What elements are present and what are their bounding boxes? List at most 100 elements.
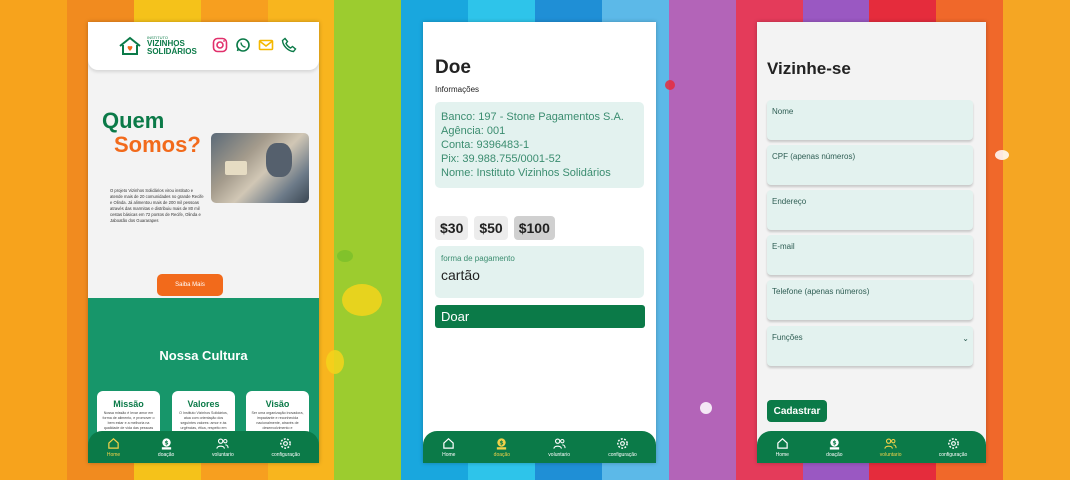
donation-icon: $ xyxy=(497,437,507,450)
bank-line: Banco: 197 - Stone Pagamentos S.A. xyxy=(441,111,624,123)
gear-icon xyxy=(617,437,628,449)
functions-select[interactable]: Funções ⌄ xyxy=(767,326,973,366)
paint-splat xyxy=(342,284,382,316)
paint-splat xyxy=(326,350,344,374)
nav-donation[interactable]: $ doação xyxy=(158,437,174,458)
card-title: Visão xyxy=(265,399,290,409)
paint-splat xyxy=(665,80,675,90)
field-label: E-mail xyxy=(772,242,795,251)
donate-screen: Doe Informações Banco: 197 - Stone Pagam… xyxy=(423,22,656,463)
paint-splat xyxy=(700,402,712,414)
home-icon xyxy=(443,437,455,449)
info-label: Informações xyxy=(435,85,480,94)
payment-value: cartão xyxy=(441,267,480,283)
amount-50-button[interactable]: $50 xyxy=(474,216,508,240)
nav-donation[interactable]: $ doação xyxy=(494,437,510,458)
nav-label: configuração xyxy=(608,451,637,458)
amount-100-button[interactable]: $100 xyxy=(513,216,555,240)
field-label: Nome xyxy=(772,107,794,116)
culture-title: Nossa Cultura xyxy=(159,348,248,363)
nav-label: voluntario xyxy=(548,451,570,458)
nav-volunteer[interactable]: voluntario xyxy=(879,437,902,458)
home-icon xyxy=(777,437,788,449)
bank-info-box: Banco: 197 - Stone Pagamentos S.A. Agênc… xyxy=(435,102,644,188)
bottom-nav: Home $ doação voluntario configuração xyxy=(423,431,656,463)
field-label: CPF (apenas números) xyxy=(772,152,856,161)
nav-label: Home xyxy=(442,451,456,458)
social-links xyxy=(212,37,297,53)
bottom-nav: Home $ doação voluntario configuração xyxy=(757,431,986,463)
phone-icon[interactable] xyxy=(281,37,297,53)
volunteer-icon xyxy=(553,437,566,449)
field-label: Endereço xyxy=(772,197,807,206)
svg-text:$: $ xyxy=(832,439,836,446)
volunteer-title: Vizinhe-se xyxy=(767,59,851,78)
nav-label: Home xyxy=(106,451,121,458)
volunteers-photo xyxy=(211,133,309,203)
bank-line: Agência: 001 xyxy=(441,125,506,137)
phone-field[interactable]: Telefone (apenas números) xyxy=(767,280,973,320)
nav-settings[interactable]: configuração xyxy=(271,437,300,458)
volunteer-icon xyxy=(216,437,229,449)
logo-line2: SOLIDÁRIOS xyxy=(147,47,197,56)
svg-text:$: $ xyxy=(164,439,168,446)
paint-splat xyxy=(337,250,353,262)
home-icon xyxy=(108,437,119,449)
nav-label: Home xyxy=(775,451,789,458)
bottom-nav: Home $ doação voluntario configuração xyxy=(88,431,319,463)
nav-donation[interactable]: $ doação xyxy=(826,437,843,458)
nav-label: doação xyxy=(157,451,175,458)
whatsapp-icon[interactable] xyxy=(235,37,251,53)
donate-button[interactable]: Doar xyxy=(435,305,645,328)
volunteer-icon xyxy=(884,437,897,449)
nav-volunteer[interactable]: voluntario xyxy=(212,437,234,458)
nav-label: configuração xyxy=(271,451,301,458)
volunteer-screen: Vizinhe-se Nome CPF (apenas números) End… xyxy=(757,22,986,463)
nav-home[interactable]: Home xyxy=(442,437,455,458)
address-field[interactable]: Endereço xyxy=(767,190,973,230)
bank-line: Conta: 9396483-1 xyxy=(441,139,530,151)
instagram-icon[interactable] xyxy=(212,37,228,53)
nav-label: doação xyxy=(826,451,843,458)
nav-settings[interactable]: configuração xyxy=(608,437,637,458)
donation-icon: $ xyxy=(829,437,840,450)
nav-home[interactable]: Home xyxy=(776,437,789,458)
nav-volunteer[interactable]: voluntario xyxy=(548,437,570,458)
house-heart-icon xyxy=(119,36,141,55)
donate-title: Doe xyxy=(435,57,471,78)
nav-settings[interactable]: configuração xyxy=(938,437,968,458)
field-label: Telefone (apenas números) xyxy=(772,287,870,296)
amount-30-button[interactable]: $30 xyxy=(435,216,469,240)
bank-line: Nome: Instituto Vizinhos Solidários xyxy=(441,167,611,179)
email-field[interactable]: E-mail xyxy=(767,235,973,275)
about-title-line1: Quem xyxy=(102,108,165,133)
gear-icon xyxy=(280,437,292,449)
about-text: O projeto Vizinhos Solidários virou inst… xyxy=(110,188,204,224)
amount-options: $30 $50 $100 xyxy=(435,216,555,240)
card-title: Valores xyxy=(187,399,220,409)
nav-label: doação xyxy=(493,451,511,458)
paint-splat xyxy=(995,150,1009,160)
card-title: Missão xyxy=(113,399,144,409)
register-button[interactable]: Cadastrar xyxy=(767,400,827,422)
bank-line: Pix: 39.988.755/0001-52 xyxy=(441,153,561,165)
gear-icon xyxy=(947,437,959,449)
payment-label: forma de pagamento xyxy=(441,254,515,263)
cpf-field[interactable]: CPF (apenas números) xyxy=(767,145,973,185)
name-field[interactable]: Nome xyxy=(767,100,973,140)
nav-label: voluntario xyxy=(879,451,902,458)
home-screen: INSTITUTO VIZINHOS SOLIDÁRIOS Quem Somos… xyxy=(88,22,319,463)
payment-method-field[interactable]: forma de pagamento cartão xyxy=(435,246,644,298)
mail-icon[interactable] xyxy=(258,37,274,53)
about-title-line2: Somos? xyxy=(114,132,201,157)
nav-home[interactable]: Home xyxy=(107,437,120,458)
field-label: Funções xyxy=(772,333,803,342)
learn-more-button[interactable]: Saiba Mais xyxy=(157,274,223,296)
chevron-down-icon: ⌄ xyxy=(962,334,969,343)
svg-text:$: $ xyxy=(500,439,504,446)
nav-label: configuração xyxy=(938,451,968,458)
nav-label: voluntario xyxy=(212,451,234,458)
donation-icon: $ xyxy=(161,437,171,450)
logo[interactable]: INSTITUTO VIZINHOS SOLIDÁRIOS xyxy=(118,36,197,56)
home-header: INSTITUTO VIZINHOS SOLIDÁRIOS xyxy=(88,22,319,70)
